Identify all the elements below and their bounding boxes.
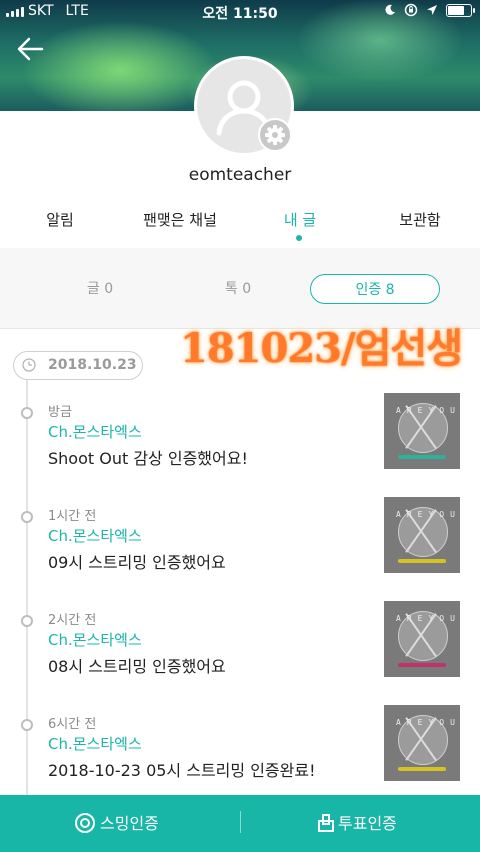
album-band xyxy=(398,559,446,563)
vote-cert-label: 투표인증 xyxy=(338,814,397,833)
feed-channel-link[interactable]: Ch.몬스타엑스 xyxy=(48,733,142,754)
feed-channel-link[interactable]: Ch.몬스타엑스 xyxy=(48,525,142,546)
back-button[interactable] xyxy=(14,34,48,64)
album-cover-text: AREYOUTHERE? xyxy=(396,510,460,519)
feed-item[interactable]: 1시간 전 Ch.몬스타엑스 09시 스트리밍 인증했어요 AREYOUTHER… xyxy=(0,497,480,609)
streaming-cert-label: 스밍인증 xyxy=(100,814,159,833)
album-band xyxy=(398,767,446,771)
timeline-dot xyxy=(21,615,33,627)
disc-icon xyxy=(75,813,95,833)
album-thumbnail[interactable]: AREYOUTHERE? xyxy=(384,705,460,781)
tab-notifications[interactable]: 알림 xyxy=(0,209,120,230)
location-icon xyxy=(427,5,437,15)
timeline-dot xyxy=(21,407,33,419)
vote-box-icon xyxy=(318,814,334,832)
date-badge: 2018.10.23 xyxy=(13,351,143,380)
clock-icon xyxy=(22,358,36,372)
feed-item[interactable]: 2시간 전 Ch.몬스타엑스 08시 스트리밍 인증했어요 AREYOUTHER… xyxy=(0,601,480,713)
status-bar: SKT LTE 오전 11:50 xyxy=(0,0,480,24)
watermark-text: 181023/엄선생 xyxy=(180,325,463,372)
battery-icon xyxy=(446,3,475,17)
album-thumbnail[interactable]: AREYOUTHERE? xyxy=(384,497,460,573)
album-cover-text: AREYOUTHERE? xyxy=(396,718,460,727)
timeline-dot xyxy=(21,719,33,731)
tab-saved[interactable]: 보관함 xyxy=(360,209,480,230)
vote-cert-button[interactable]: 투표인증 xyxy=(316,795,397,852)
active-tab-indicator xyxy=(296,235,302,241)
edit-profile-button[interactable] xyxy=(258,118,292,152)
feed-time: 6시간 전 xyxy=(48,717,97,732)
feed-item[interactable]: 방금 Ch.몬스타엑스 Shoot Out 감상 인증했어요! AREYOUTH… xyxy=(0,393,480,505)
streaming-cert-button[interactable]: 스밍인증 xyxy=(74,795,159,852)
feed-channel-link[interactable]: Ch.몬스타엑스 xyxy=(48,629,142,650)
feed-text: 2018-10-23 05시 스트리밍 인증완료! xyxy=(48,761,316,780)
subtab-posts[interactable]: 글 0 xyxy=(40,274,160,304)
tab-fan-channels[interactable]: 팬맺은 채널 xyxy=(120,209,240,230)
feed-time: 1시간 전 xyxy=(48,509,97,524)
album-thumbnail[interactable]: AREYOUTHERE? xyxy=(384,601,460,677)
feed-text: 09시 스트리밍 인증했어요 xyxy=(48,553,226,572)
moon-icon xyxy=(385,4,395,15)
feed-channel-link[interactable]: Ch.몬스타엑스 xyxy=(48,421,142,442)
date-label: 2018.10.23 xyxy=(48,357,137,373)
profile-tabs: 알림 팬맺은 채널 내 글 보관함 xyxy=(0,200,480,249)
back-arrow-icon xyxy=(17,37,44,61)
feed-text: 08시 스트리밍 인증했어요 xyxy=(48,657,226,676)
album-thumbnail[interactable]: AREYOUTHERE? xyxy=(384,393,460,469)
profile-username: eomteacher xyxy=(188,165,292,185)
subtab-certifications[interactable]: 인증 8 xyxy=(310,274,440,304)
feed-time: 방금 xyxy=(48,405,72,420)
gear-icon xyxy=(265,125,285,145)
album-cover-text: AREYOUTHERE? xyxy=(396,614,460,623)
bottom-bar-divider xyxy=(240,811,241,833)
rotation-lock-icon xyxy=(404,3,418,17)
album-band xyxy=(398,663,446,667)
album-band xyxy=(398,455,446,459)
album-cover-text: AREYOUTHERE? xyxy=(396,406,460,415)
feed-time: 2시간 전 xyxy=(48,613,97,628)
feed-text: Shoot Out 감상 인증했어요! xyxy=(48,449,248,468)
timeline-dot xyxy=(21,511,33,523)
subtab-talks[interactable]: 톡 0 xyxy=(178,274,298,304)
bottom-action-bar: 스밍인증 투표인증 xyxy=(0,795,480,852)
tab-my-posts[interactable]: 내 글 xyxy=(240,209,360,230)
